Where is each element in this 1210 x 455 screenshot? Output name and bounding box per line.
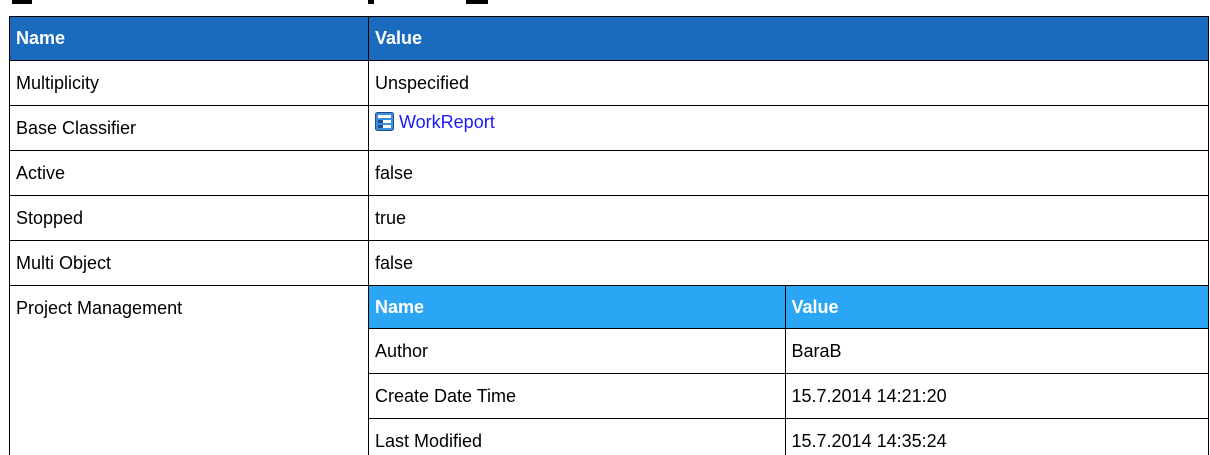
properties-table: Name Value Multiplicity Unspecified Base… — [9, 16, 1209, 455]
table-header-row: Name Value — [9, 16, 1209, 61]
nested-row-value: 15.7.2014 14:21:20 — [784, 373, 1209, 419]
base-classifier-link[interactable]: WorkReport — [399, 112, 495, 132]
row-name: Active — [9, 150, 369, 196]
table-row: Base Classifier WorkReport — [9, 105, 1209, 151]
nested-row-name: Last Modified — [369, 418, 786, 455]
nested-row-value: 15.7.2014 14:35:24 — [784, 418, 1209, 455]
row-name: Multiplicity — [9, 60, 369, 106]
nested-header-name: Name — [369, 286, 786, 329]
nested-row-value: BaraB — [784, 328, 1209, 374]
table-row: Multi Object false — [9, 240, 1209, 286]
row-value: WorkReport — [368, 105, 1209, 151]
project-management-cell: Name Value Author BaraB Create Date Time — [368, 285, 1209, 455]
nested-row-name: Author — [369, 328, 786, 374]
nested-header-row: Name Value — [369, 286, 1209, 329]
project-management-table: Name Value Author BaraB Create Date Time — [369, 286, 1209, 455]
nested-row-name: Create Date Time — [369, 373, 786, 419]
row-value: false — [368, 150, 1209, 196]
page: Name Value Multiplicity Unspecified Base… — [0, 0, 1210, 455]
row-value: false — [368, 240, 1209, 286]
row-name: Multi Object — [9, 240, 369, 286]
nested-table-row: Author BaraB — [369, 328, 1209, 374]
table-row: Project Management Name Value Author Bar… — [9, 285, 1209, 455]
row-name: Project Management — [9, 285, 369, 455]
header-name: Name — [9, 16, 369, 61]
header-value: Value — [368, 16, 1209, 61]
class-icon — [375, 112, 394, 131]
table-row: Stopped true — [9, 195, 1209, 241]
row-value: true — [368, 195, 1209, 241]
row-name: Stopped — [9, 195, 369, 241]
clipped-heading-fragment — [0, 0, 1210, 16]
table-row: Multiplicity Unspecified — [9, 60, 1209, 106]
row-value: Unspecified — [368, 60, 1209, 106]
nested-table-row: Last Modified 15.7.2014 14:35:24 — [369, 418, 1209, 455]
row-name: Base Classifier — [9, 105, 369, 151]
table-row: Active false — [9, 150, 1209, 196]
nested-table-row: Create Date Time 15.7.2014 14:21:20 — [369, 373, 1209, 419]
nested-header-value: Value — [784, 286, 1209, 329]
